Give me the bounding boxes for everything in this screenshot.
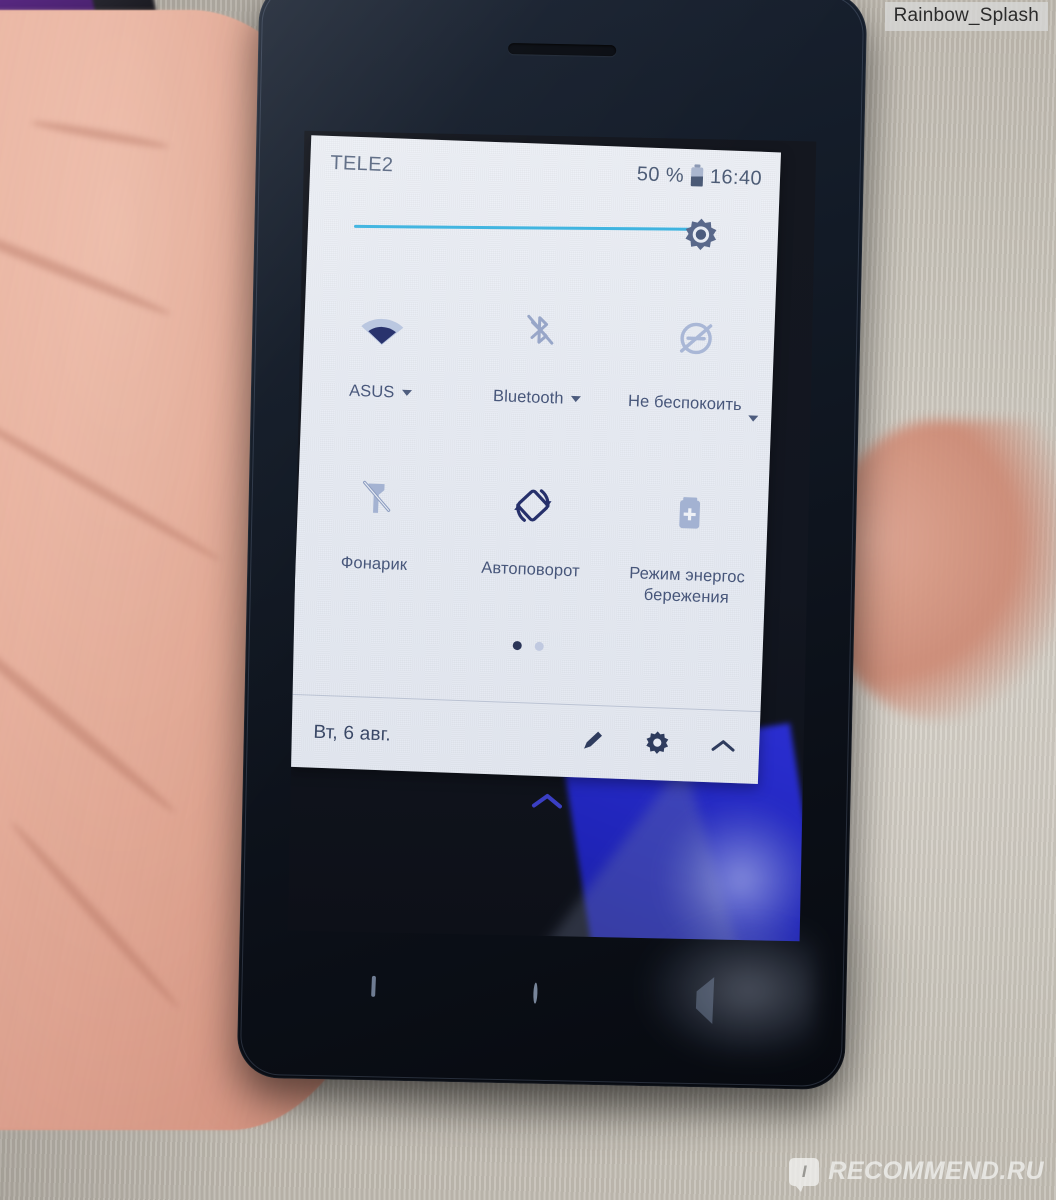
brightness-thumb[interactable] (680, 215, 721, 256)
tile-label-wrap: ASUS (349, 381, 412, 404)
palm-crease (0, 211, 173, 320)
tile-icon-wrap (359, 299, 407, 357)
page-dot-active[interactable] (512, 640, 522, 651)
tile-flashlight[interactable]: Фонарик (295, 457, 457, 598)
earpiece-speaker (508, 42, 617, 57)
chevron-up-icon (531, 793, 562, 809)
watermark-top-right: Rainbow_Splash (884, 2, 1048, 31)
quick-settings-footer: Вт, 6 авг. (288, 697, 760, 784)
chevron-down-icon[interactable] (748, 415, 759, 422)
tile-icon-wrap (673, 311, 719, 369)
recents-button[interactable] (371, 975, 377, 997)
square-icon (371, 975, 377, 997)
tile-label: ASUS (348, 381, 395, 402)
back-button[interactable] (695, 976, 715, 1025)
tile-icon-wrap (355, 471, 397, 528)
status-bar-right: 50 % 16:40 (636, 163, 762, 191)
palm-crease (0, 405, 223, 565)
quick-settings-tiles: ASUS Bluetooth Не беспокоить Фонарик Авт… (295, 285, 776, 609)
palm-crease (30, 117, 170, 152)
tile-row-2: Фонарик Автоповорот Режим энергос береже… (295, 457, 770, 609)
wifi-icon (361, 318, 404, 345)
tile-row-1: ASUS Bluetooth Не беспокоить (301, 285, 775, 422)
tile-label-wrap: Режим энергос бережения (611, 563, 762, 610)
recommend-logo-icon: I (789, 1157, 820, 1192)
battery-percent-label: 50 % (636, 162, 685, 187)
palm-crease (7, 818, 183, 1012)
palm-crease (0, 614, 179, 818)
clock-label: 16:40 (709, 165, 763, 190)
tile-icon-wrap (507, 477, 559, 535)
brightness-track[interactable] (353, 224, 707, 231)
tile-bluetooth[interactable]: Bluetooth (458, 291, 619, 417)
home-button[interactable] (533, 982, 539, 1004)
auto-rotate-icon (514, 489, 552, 522)
edit-tiles-button[interactable] (579, 727, 606, 759)
tile-label: Не беспокоить (627, 392, 743, 415)
tile-label-wrap: Не беспокоить (628, 391, 760, 422)
flashlight-off-icon (363, 480, 391, 513)
tile-auto-rotate[interactable]: Автоповорот (451, 463, 613, 604)
panel-drag-handle[interactable] (530, 790, 565, 816)
brightness-gear-icon (685, 218, 717, 251)
do-not-disturb-off-icon (679, 322, 712, 355)
date-label: Вт, 6 авг. (313, 721, 392, 746)
tile-label-wrap: Bluetooth (493, 386, 581, 410)
chevron-up-icon (711, 739, 735, 752)
collapse-panel-button[interactable] (709, 736, 738, 760)
photo-scene: TELE2 50 % 16:40 ASUS Bluetooth Не беспо… (0, 0, 1056, 1200)
brightness-slider[interactable] (353, 199, 736, 255)
settings-button[interactable] (643, 728, 672, 762)
navigation-bar (291, 935, 795, 1052)
tile-label-wrap: Автоповорот (481, 558, 580, 582)
smartphone-body: TELE2 50 % 16:40 ASUS Bluetooth Не беспо… (236, 0, 868, 1091)
chevron-down-icon[interactable] (570, 395, 581, 403)
tile-icon-wrap (518, 305, 560, 362)
page-dot[interactable] (534, 641, 544, 652)
tile-label: Режим энергос бережения (628, 564, 746, 607)
chevron-down-icon[interactable] (401, 389, 412, 397)
footer-actions (579, 726, 738, 765)
tile-wifi[interactable]: ASUS (301, 285, 462, 411)
tile-icon-wrap (671, 483, 707, 540)
tile-label: Фонарик (340, 553, 408, 575)
gear-icon (646, 730, 669, 754)
tile-label: Bluetooth (492, 387, 564, 408)
tile-battery-saver[interactable]: Режим энергос бережения (608, 468, 770, 609)
pencil-icon (584, 731, 603, 749)
page-indicator (293, 633, 763, 659)
watermark-bottom-right: I RECOMMEND.RU (789, 1157, 1044, 1192)
tile-label: Автоповорот (481, 558, 581, 581)
tile-do-not-disturb[interactable]: Не беспокоить (615, 297, 776, 423)
phone-screen: TELE2 50 % 16:40 ASUS Bluetooth Не беспо… (287, 130, 817, 942)
quick-settings-panel: TELE2 50 % 16:40 ASUS Bluetooth Не беспо… (288, 135, 781, 785)
battery-half-icon (690, 166, 704, 187)
tile-label-wrap: Фонарик (340, 553, 408, 576)
status-bar: TELE2 50 % 16:40 (310, 145, 781, 196)
carrier-label: TELE2 (329, 151, 394, 176)
triangle-back-icon (695, 976, 715, 1025)
bluetooth-off-icon (527, 314, 554, 345)
battery-saver-icon (678, 497, 700, 529)
recommend-logo-text: RECOMMEND.RU (828, 1157, 1044, 1185)
circle-icon (533, 982, 539, 1004)
